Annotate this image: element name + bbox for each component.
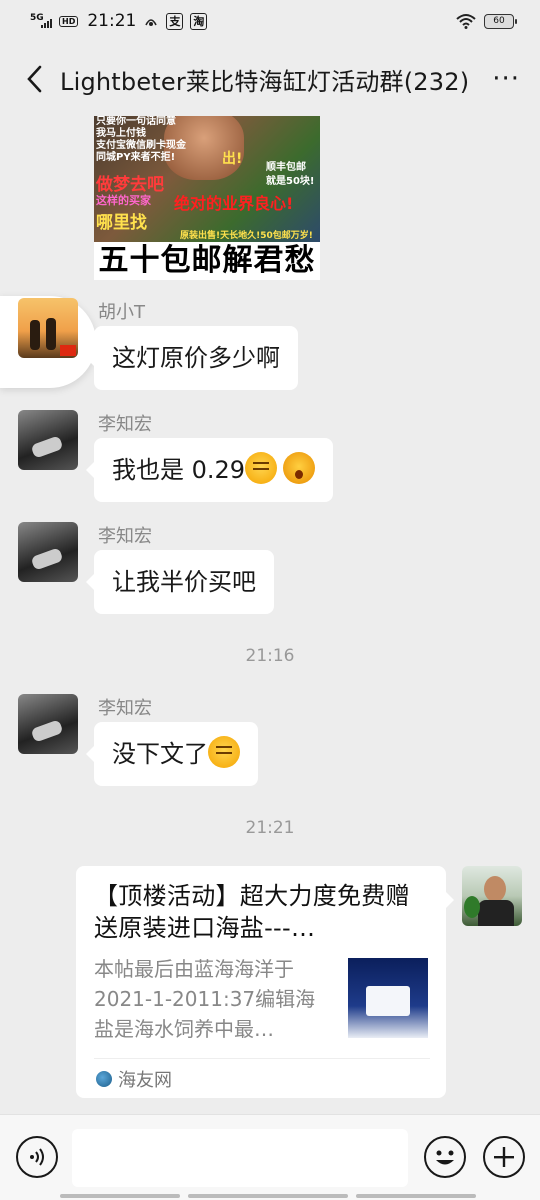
plus-icon bbox=[494, 1147, 514, 1167]
sender-name: 李知宏 bbox=[98, 414, 152, 435]
wifi-icon bbox=[456, 14, 476, 29]
meme-image[interactable]: 只要你一句话同意 我马上付钱 支付宝微信刷卡现金 同城PY来者不拒! 做梦去吧 … bbox=[94, 116, 320, 242]
message-item: 胡小T 这灯原价多少啊 bbox=[18, 298, 518, 398]
message-item: 李知宏 没下文了 bbox=[18, 694, 518, 794]
emoji-button[interactable] bbox=[424, 1136, 466, 1178]
avatar[interactable] bbox=[18, 298, 78, 358]
meme-caption: 五十包邮解君愁 bbox=[94, 242, 320, 280]
message-list[interactable]: 只要你一句话同意 我马上付钱 支付宝微信刷卡现金 同城PY来者不拒! 做梦去吧 … bbox=[0, 116, 540, 1114]
message-item: 李知宏 让我半价买吧 bbox=[18, 522, 518, 622]
hotspot-icon bbox=[145, 19, 158, 26]
alipay-icon: 支 bbox=[166, 12, 184, 30]
my-avatar[interactable] bbox=[462, 866, 522, 926]
voice-button[interactable] bbox=[16, 1136, 58, 1178]
flag-icon bbox=[60, 345, 76, 356]
sender-name: 李知宏 bbox=[98, 698, 152, 719]
voice-icon bbox=[30, 1148, 44, 1166]
home-indicator bbox=[60, 1194, 480, 1198]
back-button[interactable] bbox=[20, 59, 48, 99]
taobao-icon: 淘 bbox=[190, 12, 208, 30]
timestamp: 21:16 bbox=[245, 646, 295, 666]
avatar[interactable] bbox=[18, 694, 78, 754]
more-options-button[interactable]: ··· bbox=[486, 59, 520, 99]
cellular-signal-icon: 5G bbox=[30, 14, 52, 28]
status-bar: 5G HD 21:21 支 淘 60 bbox=[0, 0, 540, 42]
smirk-face-icon bbox=[245, 452, 278, 484]
kiss-face-icon bbox=[283, 452, 316, 484]
battery-icon: 60 bbox=[484, 13, 517, 29]
message-input[interactable] bbox=[72, 1129, 408, 1187]
message-bubble[interactable]: 让我半价买吧 bbox=[86, 550, 274, 614]
timestamp: 21:21 bbox=[245, 818, 295, 838]
shared-link-card[interactable]: 【顶楼活动】超大力度免费赠送原装进口海盐---… 本帖最后由蓝海海洋于2021-… bbox=[76, 866, 454, 1098]
message-item: 李知宏 我也是 0.29 bbox=[18, 410, 518, 510]
hd-badge: HD bbox=[59, 15, 79, 27]
chat-input-bar bbox=[0, 1114, 540, 1200]
meme-image-message[interactable]: 只要你一句话同意 我马上付钱 支付宝微信刷卡现金 同城PY来者不拒! 做梦去吧 … bbox=[94, 116, 320, 280]
sender-name: 胡小T bbox=[98, 302, 145, 323]
chat-header: Lightbeter莱比特海缸灯活动群(232) ··· bbox=[0, 42, 540, 116]
link-title: 【顶楼活动】超大力度免费赠送原装进口海盐---… bbox=[94, 882, 410, 942]
message-bubble[interactable]: 没下文了 bbox=[86, 722, 258, 786]
more-dots-icon: ··· bbox=[492, 64, 520, 94]
link-source: 海友网 bbox=[96, 1066, 172, 1092]
sweat-face-icon bbox=[208, 736, 240, 768]
avatar[interactable] bbox=[18, 410, 78, 470]
chat-title: Lightbeter莱比特海缸灯活动群(232) bbox=[60, 67, 470, 96]
emoji-icon bbox=[436, 1150, 454, 1165]
link-thumbnail bbox=[348, 958, 428, 1038]
source-logo-icon bbox=[96, 1071, 112, 1087]
message-bubble[interactable]: 这灯原价多少啊 bbox=[86, 326, 298, 390]
plus-button[interactable] bbox=[483, 1136, 525, 1178]
status-time: 21:21 bbox=[87, 11, 137, 31]
link-description: 本帖最后由蓝海海洋于2021-1-2011:37编辑海盐是海水饲养中最… bbox=[94, 957, 316, 1041]
chevron-left-icon bbox=[27, 65, 42, 93]
message-bubble[interactable]: 我也是 0.29 bbox=[85, 438, 334, 502]
sender-name: 李知宏 bbox=[98, 526, 152, 547]
divider bbox=[94, 1058, 430, 1059]
avatar[interactable] bbox=[18, 522, 78, 582]
